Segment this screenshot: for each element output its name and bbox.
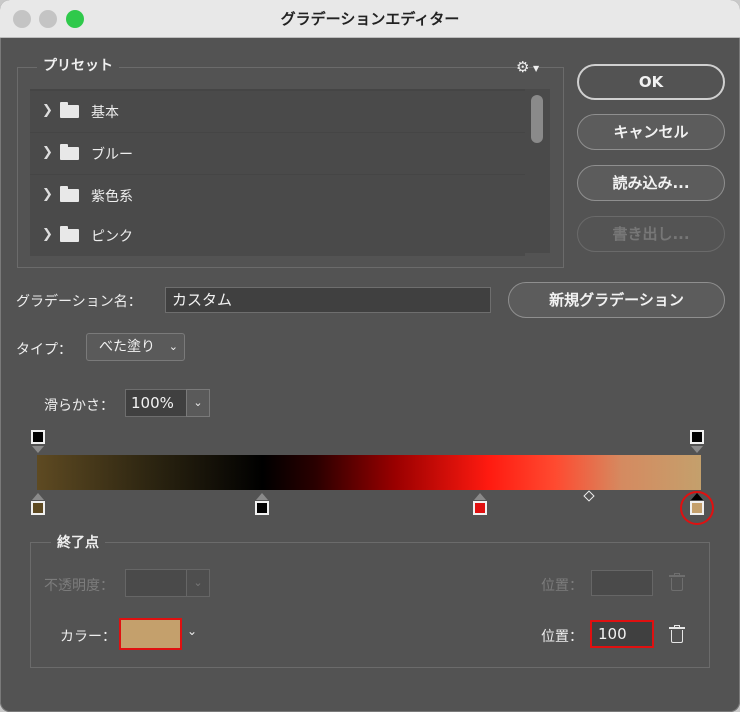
preset-folder-label: ブルー (91, 147, 133, 163)
gradient-preview-bar[interactable] (37, 455, 701, 490)
chevron-down-icon: ⌄ (168, 340, 178, 353)
preset-scrollbar[interactable] (525, 89, 550, 253)
opacity-label: 不透明度： (44, 578, 114, 594)
ok-button[interactable]: OK (577, 64, 725, 100)
color-swatch[interactable] (119, 618, 182, 650)
opacity-position-label: 位置： (541, 578, 583, 594)
color-stop-67[interactable] (473, 501, 487, 515)
gradient-name-label: グラデーション名： (16, 294, 142, 310)
chevron-right-icon[interactable]: ❯ (42, 227, 53, 242)
load-button[interactable]: 読み込み... (577, 165, 725, 201)
opacity-position-input[interactable] (591, 570, 653, 596)
opacity-stop-left[interactable] (31, 430, 45, 444)
selected-stop-highlight (680, 491, 714, 525)
opacity-stop-pointer (32, 446, 44, 453)
gradient-midpoint-diamond[interactable] (583, 490, 595, 502)
chevron-right-icon[interactable]: ❯ (42, 145, 53, 160)
color-stop-pointer (32, 493, 44, 500)
opacity-input[interactable] (125, 569, 187, 597)
chevron-right-icon[interactable]: ❯ (42, 187, 53, 202)
preset-folder-item[interactable]: ❯ 紫色系 (30, 175, 525, 216)
preset-folder-item[interactable]: ❯ ピンク (30, 215, 525, 256)
export-button[interactable]: 書き出し... (577, 216, 725, 252)
folder-icon (60, 102, 79, 118)
type-select[interactable]: べた塗り ⌄ (86, 333, 185, 361)
cancel-button[interactable]: キャンセル (577, 114, 725, 150)
chevron-down-icon[interactable]: ▼ (533, 64, 539, 73)
preset-list[interactable]: ❯ 基本 ❯ ブルー ❯ 紫色系 ❯ ピンク (30, 89, 550, 256)
chevron-down-icon[interactable]: ⌄ (186, 569, 210, 597)
new-gradient-button[interactable]: 新規グラデーション (508, 282, 725, 318)
folder-icon (60, 144, 79, 160)
chevron-down-icon[interactable]: ⌄ (187, 624, 197, 638)
preset-folder-item[interactable]: ❯ ブルー (30, 133, 525, 174)
opacity-stop-pointer (691, 446, 703, 453)
color-position-input[interactable]: 100 (590, 620, 654, 648)
color-stop-0[interactable] (31, 501, 45, 515)
presets-legend: プリセット (37, 55, 119, 75)
color-stop-pointer (474, 493, 486, 500)
smoothness-combo[interactable]: 100% ⌄ (125, 389, 211, 417)
type-label: タイプ： (16, 342, 72, 358)
preset-folder-label: 紫色系 (91, 189, 133, 205)
gradient-name-input[interactable]: カスタム (165, 287, 491, 313)
preset-folder-label: 基本 (91, 105, 119, 121)
window-title: グラデーションエディター (280, 10, 460, 28)
trash-icon[interactable] (669, 625, 685, 643)
trash-icon[interactable] (669, 573, 685, 591)
end-point-legend: 終了点 (51, 532, 105, 552)
color-stop-pointer (256, 493, 268, 500)
color-position-label: 位置： (541, 629, 583, 645)
smoothness-label: 滑らかさ： (44, 398, 114, 414)
color-label: カラー： (60, 629, 116, 645)
chevron-right-icon[interactable]: ❯ (42, 103, 53, 118)
gradient-editor-window: グラデーションエディター プリセット ⚙ ▼ ❯ 基本 ❯ ブルー ❯ 紫色系 … (0, 0, 740, 712)
opacity-combo-disabled[interactable]: ⌄ (125, 569, 211, 597)
smoothness-input[interactable]: 100% (125, 389, 187, 417)
preset-folder-item[interactable]: ❯ 基本 (30, 91, 525, 132)
gear-icon[interactable]: ⚙ (516, 58, 529, 76)
title-bar: グラデーションエディター (0, 0, 740, 38)
scrollbar-thumb[interactable] (531, 95, 543, 143)
chevron-down-icon[interactable]: ⌄ (186, 389, 210, 417)
type-select-value: べた塗り (99, 339, 155, 355)
folder-icon (60, 186, 79, 202)
preset-folder-label: ピンク (91, 229, 133, 245)
folder-icon (60, 226, 79, 242)
opacity-stop-right[interactable] (690, 430, 704, 444)
color-stop-34[interactable] (255, 501, 269, 515)
